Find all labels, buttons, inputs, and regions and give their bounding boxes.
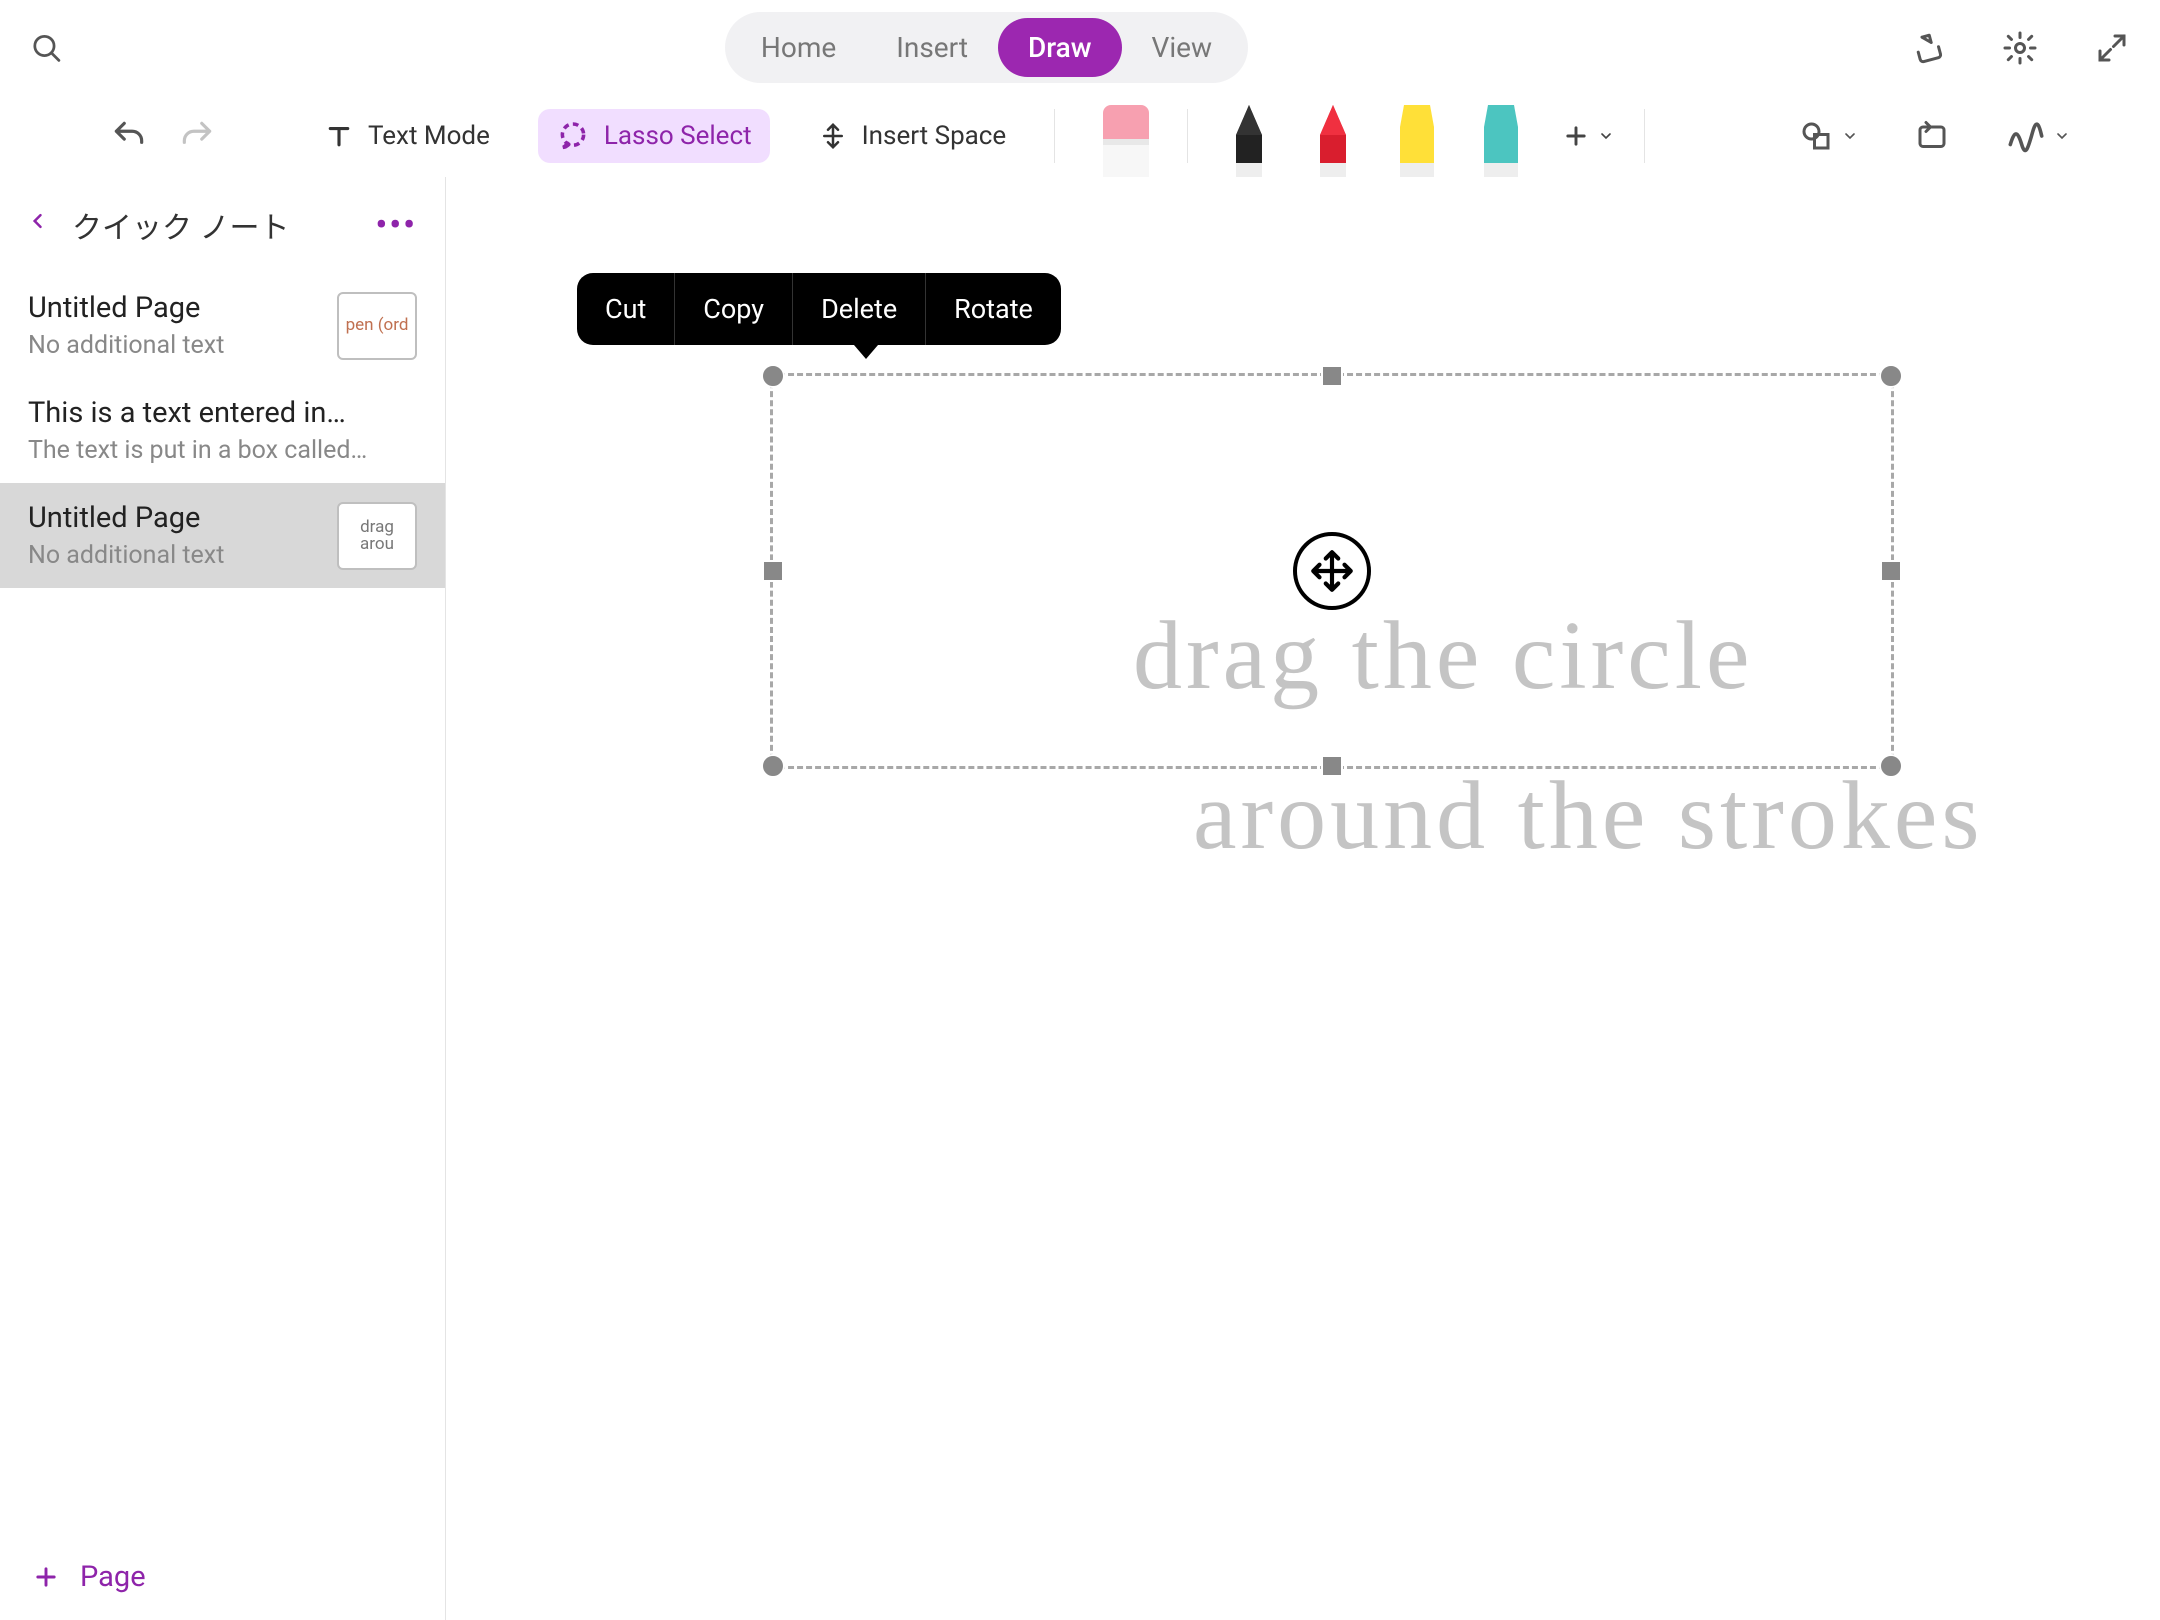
- resize-handle-r[interactable]: [1880, 560, 1902, 582]
- ink-line-2: around the strokes: [1193, 760, 1984, 872]
- context-rotate[interactable]: Rotate: [926, 273, 1061, 345]
- resize-handle-b[interactable]: [1321, 755, 1343, 777]
- context-delete[interactable]: Delete: [793, 273, 926, 345]
- insert-space-button[interactable]: Insert Space: [800, 111, 1025, 161]
- add-page-label: Page: [80, 1560, 146, 1594]
- highlighter-yellow[interactable]: [1394, 105, 1440, 177]
- share-icon[interactable]: [1910, 30, 1946, 66]
- add-page-button[interactable]: Page: [0, 1534, 445, 1620]
- tab-view[interactable]: View: [1122, 18, 1243, 77]
- ink-line-1: drag the circle: [1133, 600, 1753, 712]
- page-thumbnail: dragarou: [337, 502, 417, 570]
- page-item-title: Untitled Page: [28, 291, 319, 325]
- expand-icon[interactable]: [2094, 30, 2130, 66]
- sidebar-more-icon[interactable]: •••: [375, 205, 417, 245]
- toolbar-separator: [1187, 109, 1188, 163]
- move-handle[interactable]: [1293, 532, 1371, 610]
- context-copy[interactable]: Copy: [675, 273, 793, 345]
- text-mode-label: Text Mode: [368, 121, 490, 151]
- resize-handle-tr[interactable]: [1879, 364, 1903, 388]
- resize-handle-tl[interactable]: [761, 364, 785, 388]
- search-icon[interactable]: [30, 31, 63, 64]
- page-thumbnail: pen (ord: [337, 292, 417, 360]
- lasso-select-label: Lasso Select: [604, 121, 752, 151]
- undo-icon[interactable]: [110, 117, 148, 155]
- highlighter-teal[interactable]: [1478, 105, 1524, 177]
- resize-handle-br[interactable]: [1879, 754, 1903, 778]
- resize-handle-t[interactable]: [1321, 365, 1343, 387]
- page-item[interactable]: Untitled Page No additional text dragaro…: [0, 483, 445, 588]
- page-sidebar: クイック ノート ••• Untitled Page No additional…: [0, 177, 446, 1620]
- page-item[interactable]: Untitled Page No additional text pen (or…: [0, 273, 445, 378]
- toolbar-separator: [1054, 109, 1055, 163]
- ink-replay-button[interactable]: [2006, 118, 2070, 154]
- page-item[interactable]: This is a text entered in… The text is p…: [0, 378, 445, 483]
- ink-to-shape-button[interactable]: [1914, 118, 1950, 154]
- insert-space-label: Insert Space: [862, 121, 1007, 151]
- pen-black[interactable]: [1226, 105, 1272, 177]
- tab-home[interactable]: Home: [731, 18, 866, 77]
- context-menu: Cut Copy Delete Rotate: [577, 273, 1061, 345]
- tab-insert[interactable]: Insert: [866, 18, 998, 77]
- selection-box[interactable]: drag the circle around the strokes: [770, 373, 1894, 769]
- pen-red[interactable]: [1310, 105, 1356, 177]
- back-chevron-icon[interactable]: [28, 205, 48, 246]
- toolbar-separator: [1644, 109, 1645, 163]
- lasso-select-button[interactable]: Lasso Select: [538, 109, 770, 163]
- drawing-canvas[interactable]: Cut Copy Delete Rotate drag the circle a…: [446, 177, 2160, 1620]
- resize-handle-l[interactable]: [762, 560, 784, 582]
- tab-draw[interactable]: Draw: [998, 18, 1122, 77]
- context-menu-pointer: [854, 345, 878, 359]
- settings-icon[interactable]: [2002, 30, 2038, 66]
- page-item-subtitle: No additional text: [28, 331, 319, 360]
- ribbon-tabs: Home Insert Draw View: [725, 12, 1248, 83]
- sidebar-title: クイック ノート: [72, 203, 351, 247]
- page-item-subtitle: The text is put in a box called…: [28, 436, 417, 465]
- page-item-subtitle: No additional text: [28, 541, 319, 570]
- text-mode-button[interactable]: Text Mode: [306, 111, 508, 161]
- eraser-tool[interactable]: [1103, 105, 1149, 177]
- shapes-button[interactable]: [1798, 118, 1858, 154]
- add-pen-button[interactable]: [1562, 122, 1614, 150]
- page-item-title: This is a text entered in…: [28, 396, 417, 430]
- context-cut[interactable]: Cut: [577, 273, 675, 345]
- resize-handle-bl[interactable]: [761, 754, 785, 778]
- redo-icon: [178, 117, 216, 155]
- page-item-title: Untitled Page: [28, 501, 319, 535]
